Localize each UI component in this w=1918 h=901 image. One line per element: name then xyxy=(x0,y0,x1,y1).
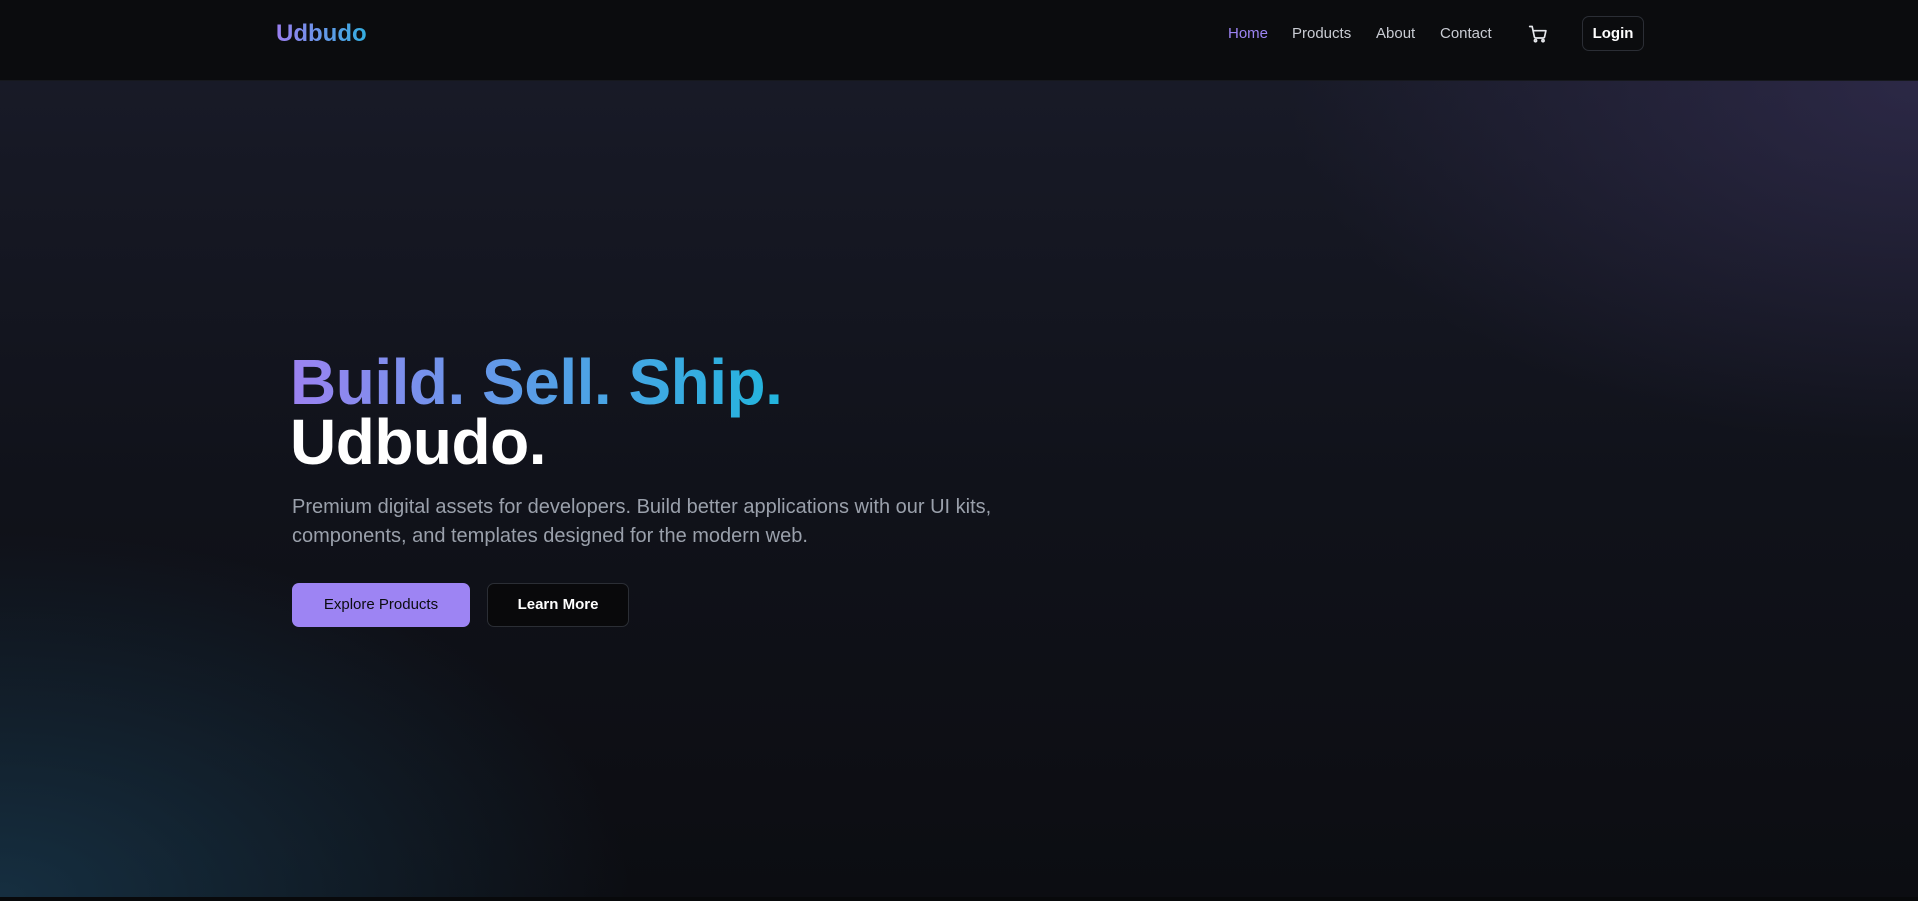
hero-subtitle: Premium digital assets for developers. B… xyxy=(292,496,992,547)
shopping-cart-icon[interactable] xyxy=(1528,24,1548,44)
nav-link-about[interactable]: About xyxy=(1376,24,1415,44)
nav-link-contact[interactable]: Contact xyxy=(1440,24,1492,44)
hero-section xyxy=(0,81,1918,897)
top-navbar: Udbudo Home Products About Contact Login xyxy=(0,0,1918,81)
page-bottom-edge xyxy=(0,897,1918,901)
login-button[interactable]: Login xyxy=(1582,16,1644,51)
explore-products-button[interactable]: Explore Products xyxy=(292,583,470,627)
brand-logo[interactable]: Udbudo xyxy=(276,19,367,49)
nav-link-products[interactable]: Products xyxy=(1292,24,1351,44)
hero-headline-brand: Udbudo. xyxy=(290,406,546,478)
learn-more-button[interactable]: Learn More xyxy=(487,583,629,627)
nav-link-home[interactable]: Home xyxy=(1228,24,1268,44)
